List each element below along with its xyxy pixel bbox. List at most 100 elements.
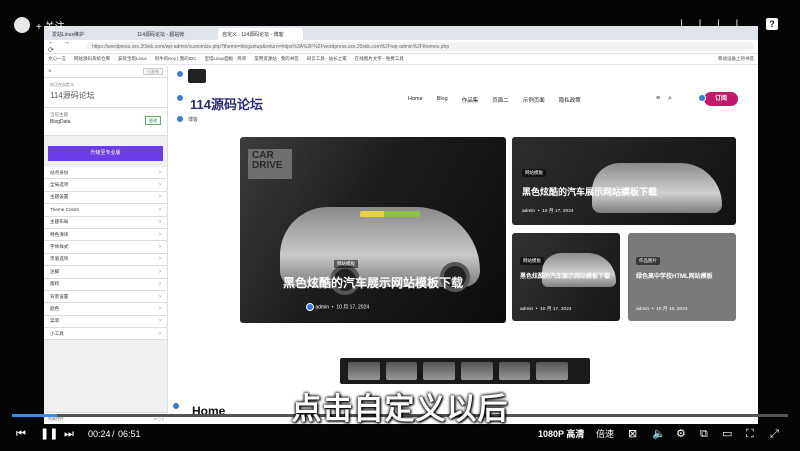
customizer-item-label: 注脚 — [50, 268, 60, 274]
url-field[interactable]: https://wordpress.xxx.20skk.com/wp-admin… — [86, 42, 754, 51]
thumbnail-item[interactable] — [348, 362, 380, 380]
chevron-right-icon: › — [159, 305, 161, 312]
browser-tab-strip: 爱站Linux维护 114源码论坛 - 超站帐 自定义 : 114源码论坛 - … — [44, 26, 758, 40]
edit-shortcut-icon[interactable] — [176, 94, 184, 102]
post-category-tag[interactable]: 网站模板 — [522, 169, 546, 177]
nav-item-page-two[interactable]: 页面二 — [492, 96, 509, 104]
video-player[interactable]: + 关注 | | | | ? 爱站Linux维护 114源码论坛 - 超站帐 自… — [0, 0, 800, 451]
post-author[interactable]: admin — [522, 209, 535, 214]
bookmark-item[interactable]: 安装宝塔Linux — [118, 56, 147, 62]
edit-shortcut-icon[interactable] — [176, 115, 184, 123]
customizer-item-theme-settings[interactable]: 主题设置 › — [44, 191, 167, 205]
nav-item-portfolio[interactable]: 作品集 — [462, 96, 479, 104]
post-category-tag[interactable]: 网站模板 — [520, 257, 544, 265]
customizer-site-info: 你正在自定义 114源码论坛 — [44, 78, 167, 108]
uploader-avatar[interactable] — [14, 17, 30, 33]
site-logo-text[interactable]: 114源码论坛 — [190, 94, 263, 113]
customizer-item-background[interactable]: 背景设置 › — [44, 290, 167, 304]
customizer-item-copyright[interactable]: 版权 › — [44, 278, 167, 291]
help-icon[interactable]: ? — [766, 18, 778, 30]
menu-icon[interactable]: ≡ — [656, 95, 668, 102]
chevron-right-icon: › — [159, 268, 161, 275]
chevron-right-icon: › — [159, 244, 161, 251]
browser-tab[interactable]: 114源码论坛 - 超站帐 — [133, 28, 218, 40]
subscribe-button[interactable]: 订阅 — [704, 92, 738, 106]
customizer-item-label: 全局选项 — [50, 182, 69, 188]
edit-shortcut-icon[interactable] — [698, 94, 706, 102]
nav-item-privacy[interactable]: 隐私政策 — [559, 96, 581, 104]
chevron-right-icon: › — [159, 281, 161, 288]
post-category-tag[interactable]: 作品图片 — [636, 257, 660, 265]
customizing-label: 你正在自定义 — [50, 82, 74, 87]
customizer-item-header[interactable]: 页眉选项 › — [44, 253, 167, 267]
customizer-item-layout[interactable]: 主题布局 › — [44, 216, 167, 229]
chevron-right-icon: › — [159, 169, 161, 176]
thumbnail-item[interactable] — [536, 362, 569, 380]
customizer-item-widgets[interactable]: 小工具 › — [44, 328, 167, 341]
breadcrumb[interactable]: 博客 — [188, 116, 198, 123]
customizer-item-label: 颜色 — [50, 305, 60, 311]
hero-image-sign: CAR DRIVE — [248, 149, 292, 179]
customizer-item-label: 背景设置 — [50, 293, 69, 299]
nav-item-home[interactable]: Home — [408, 96, 423, 104]
active-theme-section: 当前主题 BlogData 更改 — [44, 108, 167, 136]
publish-button[interactable]: 已发布 — [143, 68, 163, 75]
post-category-tag[interactable]: 网站模板 — [334, 260, 358, 268]
post-date: 10 月 17, 2024 — [540, 307, 572, 312]
featured-card-3[interactable]: 作品图片 绿色高中学校HTML网站模板 admin • 10 月 16, 202… — [628, 233, 736, 321]
customizer-item-footer[interactable]: 注脚 › — [44, 266, 167, 279]
featured-card-1[interactable]: 网站模板 黑色炫酷的汽车展示网站模板下载 admin • 10 月 17, 20… — [512, 137, 736, 225]
bookmark-item[interactable]: 宝塔Linux面板 - 简单 — [204, 56, 246, 62]
post-title[interactable]: 绿色高中学校HTML网站模板 — [636, 273, 730, 282]
nav-item-sample-page[interactable]: 示例页面 — [523, 96, 545, 104]
signal-bars-icon: | | | | — [680, 17, 745, 31]
thumbnail-item[interactable] — [423, 362, 456, 380]
thumbnail-item[interactable] — [385, 362, 418, 380]
site-name: 114源码论坛 — [50, 91, 95, 100]
bookmark-item[interactable]: 常用资源站 - 我的书签 — [254, 56, 299, 62]
post-title[interactable]: 黑色炫酷的汽车展示网站模板下载 — [522, 185, 657, 198]
chevron-right-icon: › — [159, 318, 161, 325]
site-preview: 114源码论坛 Home Blog 作品集 页面二 示例页面 隐私政策 ≡⌕ 订… — [168, 66, 758, 424]
post-meta: admin • 10 月 17, 2024 — [306, 303, 369, 311]
post-author[interactable]: admin — [520, 307, 533, 312]
chevron-right-icon: › — [159, 206, 161, 213]
upgrade-pro-button[interactable]: 升级至专业版 — [48, 146, 163, 161]
customizer-item-menus[interactable]: 菜单 › — [44, 315, 167, 329]
bookmark-item[interactable]: 文心一言 — [48, 56, 66, 62]
customizer-item-label: 字体样式 — [50, 244, 69, 250]
search-icon[interactable]: ⌕ — [668, 95, 680, 102]
post-title[interactable]: 黑色炫酷的汽车展示网站模板下载 — [520, 273, 614, 282]
edit-shortcut-icon[interactable] — [306, 303, 314, 311]
bookmark-item[interactable]: 网站源码系统仓库 — [74, 56, 110, 62]
bookmark-item[interactable]: 码云工具 - 站长之家 — [307, 56, 347, 62]
thumbnail-item[interactable] — [498, 362, 531, 380]
close-icon[interactable]: × — [48, 69, 52, 75]
customizer-item-colors[interactable]: 颜色 › — [44, 303, 167, 316]
customizer-item-typography[interactable]: 字体样式 › — [44, 241, 167, 254]
featured-card-2[interactable]: 网站模板 黑色炫酷的汽车展示网站模板下载 admin • 10 月 17, 20… — [512, 233, 620, 321]
chevron-right-icon: › — [159, 256, 161, 263]
customizer-item-slider[interactable]: 特色滑块 › — [44, 228, 167, 242]
bookmark-item[interactable]: 在线图片文字 - 免费工具 — [355, 56, 404, 62]
chevron-right-icon: › — [159, 293, 161, 300]
post-title[interactable]: 黑色炫酷的汽车展示网站模板下载 — [248, 274, 498, 291]
customizer-item-label: 页眉选项 — [50, 256, 69, 262]
change-theme-button[interactable]: 更改 — [145, 116, 161, 125]
thumbnail-item[interactable] — [461, 362, 493, 380]
customizer-item-global[interactable]: 全局选项 › — [44, 179, 167, 192]
nav-item-blog[interactable]: Blog — [437, 96, 448, 104]
post-date: 10 月 16, 2024 — [656, 307, 688, 312]
follow-button[interactable]: + 关注 — [36, 18, 65, 33]
mobile-bookmarks[interactable]: 移动设备上的书签 — [718, 56, 754, 62]
customizer-item-label: 站点身份 — [50, 169, 69, 175]
edit-shortcut-icon[interactable] — [176, 70, 184, 78]
customizer-item-site-identity[interactable]: 站点身份 › — [44, 167, 167, 180]
hero-post[interactable]: CAR DRIVE 网站模板 黑色炫酷的汽车展示网站模板下载 admin • 1… — [240, 137, 506, 323]
bookmark-item[interactable]: 阿牛的Key | 我的IDC — [155, 56, 197, 62]
customizer-item-theme-colors[interactable]: Theme Colors › — [44, 204, 167, 217]
post-author[interactable]: admin — [315, 304, 329, 310]
nav-arrows-icon[interactable]: ← → ⟳ — [48, 39, 86, 54]
browser-tab-active[interactable]: 自定义 : 114源码论坛 - 博客 — [218, 28, 303, 40]
post-author[interactable]: admin — [636, 307, 649, 312]
